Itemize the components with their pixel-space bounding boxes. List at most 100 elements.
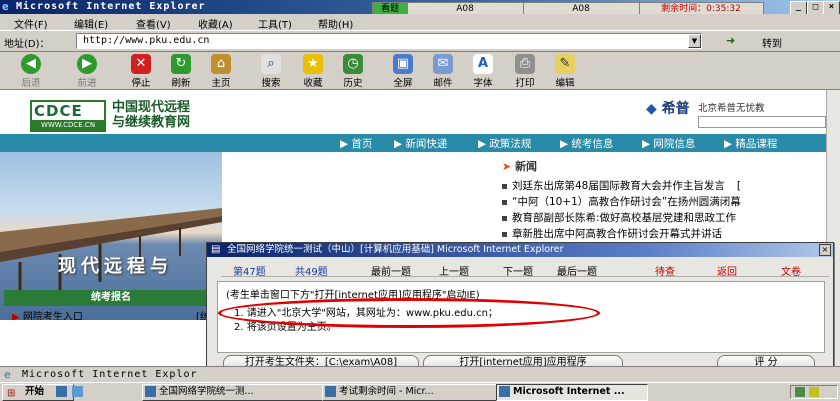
home-icon: ⌂ <box>211 54 231 74</box>
back-arrow-icon: ◀ <box>21 54 41 74</box>
stop-icon: ✕ <box>131 54 151 74</box>
font-icon: A <box>473 54 493 74</box>
site-search-input[interactable] <box>698 116 826 128</box>
menu-file[interactable]: 文件(F) <box>14 16 48 31</box>
sidebar-link-exam-entry[interactable]: ▶ 网院考生入口 <box>12 308 83 320</box>
search-icon: ⌕ <box>261 54 281 74</box>
favorites-button[interactable]: ★ 收藏 <box>298 54 328 89</box>
toolbar: ◀ 后退 ▶ 前进 ✕ 停止 ↻ 刷新 ⌂ 主页 ⌕ 搜索 ★ 收藏 ◷ 历史 … <box>0 52 840 90</box>
news-item[interactable]: 章新胜出席中阿高教合作研讨会开幕式并讲话 <box>502 226 722 241</box>
news-heading: ➤ 新闻 <box>502 160 538 173</box>
site-name: 中国现代远程 与继续教育网 <box>112 100 191 130</box>
dialog-title: 全国网络学院统一测试（中山）[计算机应用基础] Microsoft Intern… <box>207 243 833 257</box>
last-question-button[interactable]: 最后一题 <box>557 263 597 278</box>
nav-college-info[interactable]: ▶ 网院信息 <box>642 136 695 151</box>
dialog-close-button[interactable]: × <box>819 244 831 256</box>
question-text-area: (考生单击窗口下方"打开[internet应用]应用程序"启动IE) 1. 请进… <box>217 281 825 353</box>
address-label: 地址(D)： <box>4 39 50 50</box>
dialog-nav-bar: 第47题 共49题 最前一题 上一题 下一题 最后一题 待查 返回 文卷 <box>221 261 829 278</box>
favorites-star-icon: ★ <box>303 54 323 74</box>
print-button[interactable]: ⎙ 打印 <box>510 54 540 89</box>
status-text: Microsoft Internet Explor <box>22 369 198 380</box>
nav-news[interactable]: ▶ 新闻快递 <box>394 136 447 151</box>
current-question: 第47题 <box>233 267 266 278</box>
edit-button[interactable]: ✎ 编辑 <box>550 54 580 89</box>
search-button[interactable]: ⌕ 搜索 <box>256 54 286 89</box>
status-ie-icon: e <box>4 368 11 381</box>
next-question-button[interactable]: 下一题 <box>503 263 533 278</box>
task-timer-window[interactable]: 考试剩余时间 - Micr... <box>322 384 510 401</box>
tray-network-icon[interactable] <box>795 387 805 397</box>
menu-view[interactable]: 查看(V) <box>136 16 171 31</box>
task-app-icon <box>145 386 156 397</box>
forward-button[interactable]: ▶ 前进 <box>72 54 102 89</box>
dialog-app-icon: ▤ <box>211 244 221 255</box>
prev-question-button[interactable]: 上一题 <box>439 263 469 278</box>
task-ie-icon <box>499 386 510 397</box>
fullscreen-icon: ▣ <box>393 54 413 74</box>
task-ie-window[interactable]: Microsoft Internet ... <box>496 384 648 401</box>
partner-name: 北京希普无忧教 <box>698 103 765 114</box>
font-button[interactable]: A 字体 <box>468 54 498 89</box>
back-button[interactable]: ◀ 后退 <box>16 54 46 89</box>
news-item[interactable]: “中阿（10+1）高教合作研讨会”在扬州圆满闭幕 <box>502 194 741 209</box>
review-button[interactable]: 待查 <box>655 263 675 278</box>
menu-edit[interactable]: 编辑(E) <box>74 16 108 31</box>
banner-photo: 现代远程与 统考报名 ▶ 网院考生入口 [统 <box>0 152 222 320</box>
address-dropdown-icon[interactable]: ▼ <box>688 34 701 48</box>
red-highlight-oval <box>218 298 600 328</box>
system-tray[interactable] <box>790 385 838 399</box>
news-item[interactable]: 刘廷东出席第48届国际教育大会并作主旨发言[ <box>502 178 741 193</box>
banner-slogan: 现代远程与 <box>58 256 173 277</box>
nav-exam-info[interactable]: ▶ 统考信息 <box>560 136 613 151</box>
menu-help[interactable]: 帮助(H) <box>318 16 353 31</box>
history-button[interactable]: ◷ 历史 <box>338 54 368 89</box>
total-questions: 共49题 <box>295 267 328 278</box>
first-question-button[interactable]: 最前一题 <box>371 263 411 278</box>
stop-button[interactable]: ✕ 停止 <box>126 54 156 89</box>
history-icon: ◷ <box>343 54 363 74</box>
home-button[interactable]: ⌂ 主页 <box>206 54 236 89</box>
minimize-button[interactable]: _ <box>790 1 807 15</box>
paper-button[interactable]: 文卷 <box>781 263 801 278</box>
go-arrow-icon[interactable]: ➜ <box>726 34 735 47</box>
ie-logo-icon: e <box>2 0 9 13</box>
menu-tools[interactable]: 工具(T) <box>258 16 292 31</box>
refresh-button[interactable]: ↻ 刷新 <box>166 54 196 89</box>
menu-bar: 文件(F) 编辑(E) 查看(V) 收藏(A) 工具(T) 帮助(H) <box>0 14 840 31</box>
mail-icon: ✉ <box>433 54 453 74</box>
window-title: Microsoft Internet Explorer <box>16 1 206 12</box>
news-item[interactable]: 教育部副部长陈希:做好高校基层党建和思政工作 <box>502 210 736 225</box>
news-arrow-icon: ➤ <box>502 160 512 173</box>
taskbar: ⊞ 开始 全国网络学院统一测... 考试剩余时间 - Micr... Micro… <box>0 382 840 401</box>
quicklaunch-desktop-icon[interactable] <box>56 386 67 397</box>
edit-icon: ✎ <box>555 54 575 74</box>
fullscreen-button[interactable]: ▣ 全屏 <box>388 54 418 89</box>
nav-courses[interactable]: ▶ 精品课程 <box>724 136 777 151</box>
mail-button[interactable]: ✉ 邮件 <box>428 54 458 89</box>
go-button[interactable]: 转到 <box>762 35 782 50</box>
return-button[interactable]: 返回 <box>717 263 737 278</box>
print-icon: ⎙ <box>515 54 535 74</box>
windows-flag-icon: ⊞ <box>7 388 16 399</box>
menu-favorites[interactable]: 收藏(A) <box>198 16 233 31</box>
nav-policy[interactable]: ▶ 政策法规 <box>478 136 531 151</box>
cdce-logo[interactable]: CDCE WWW.CDCE.CN <box>30 100 106 132</box>
task-exam-window[interactable]: 全国网络学院统一测... <box>142 384 336 401</box>
address-input[interactable]: http://www.pku.edu.cn <box>76 33 702 49</box>
tray-volume-icon[interactable] <box>809 387 819 397</box>
exam-dialog: 全国网络学院统一测试（中山）[计算机应用基础] Microsoft Intern… <box>206 242 834 376</box>
nav-home[interactable]: ▶ 首页 <box>340 136 372 151</box>
task-app-icon <box>325 386 336 397</box>
refresh-icon: ↻ <box>171 54 191 74</box>
quicklaunch-ie-icon[interactable] <box>72 386 83 397</box>
site-nav-bar: ▶ 首页 ▶ 新闻快递 ▶ 政策法规 ▶ 统考信息 ▶ 网院信息 ▶ 精品课程 <box>0 134 826 152</box>
partner-diamond-icon: ◆ <box>646 101 657 117</box>
address-bar: 地址(D)： http://www.pku.edu.cn ▼ ➜ 转到 <box>0 31 840 52</box>
close-button[interactable]: × <box>823 1 840 15</box>
sidebar-heading: 统考报名 <box>4 290 218 306</box>
status-bar: e Microsoft Internet Explor <box>0 366 840 382</box>
maximize-button[interactable]: □ <box>807 1 824 15</box>
forward-arrow-icon: ▶ <box>77 54 97 74</box>
partner-logo[interactable]: ◆ 希普 <box>646 98 690 118</box>
